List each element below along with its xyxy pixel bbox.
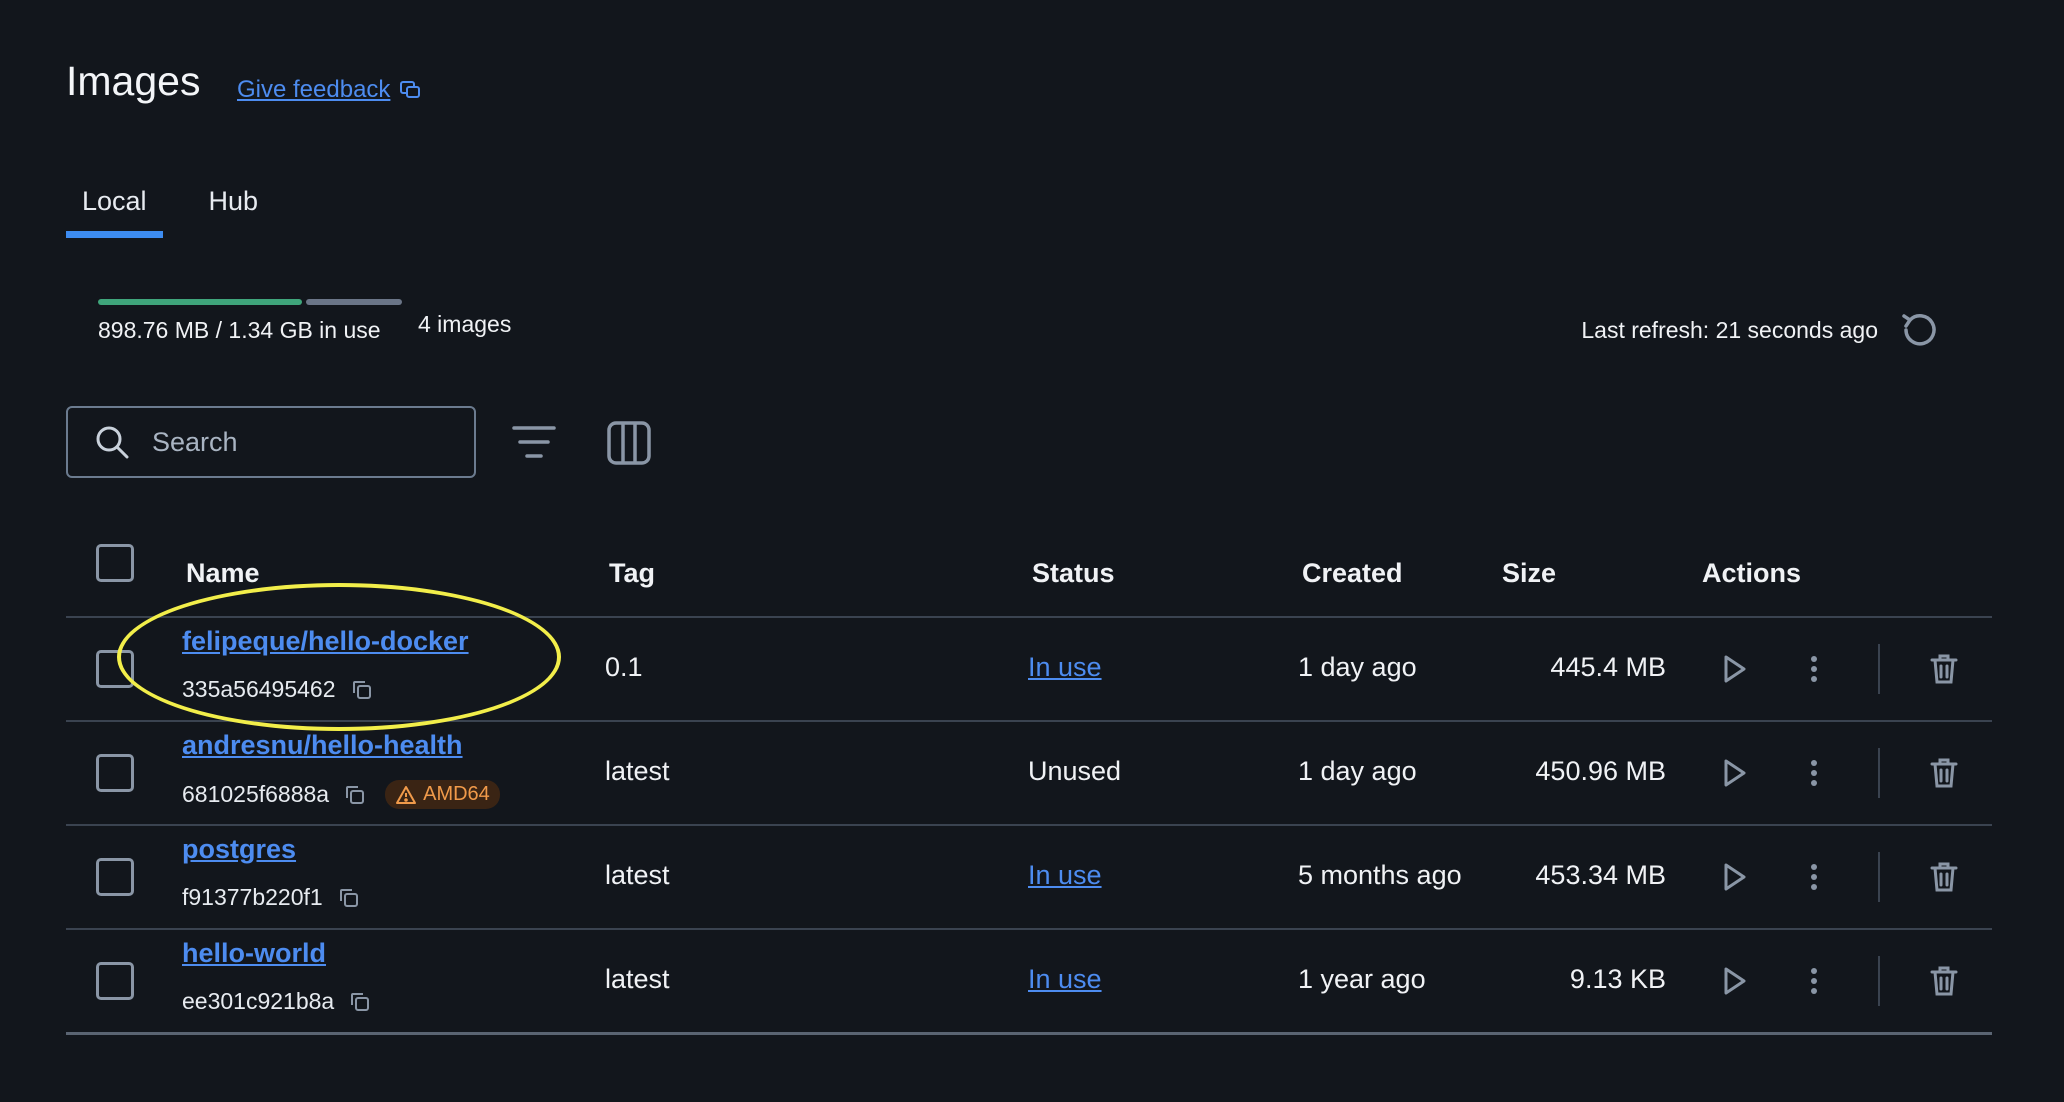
image-created: 1 day ago [1298,756,1417,786]
image-status-link[interactable]: In use [1028,964,1102,995]
image-id: f91377b220f1 [182,884,361,911]
image-tag: latest [605,964,670,994]
row-checkbox[interactable] [96,754,134,792]
run-icon[interactable] [1716,859,1752,895]
image-created: 5 months ago [1298,860,1462,890]
image-id-text: ee301c921b8a [182,988,335,1014]
run-icon[interactable] [1716,755,1752,791]
column-header-status[interactable]: Status [1032,558,1115,589]
images-table: Name Tag Status Created Size Actions fel… [66,530,1992,1035]
disk-usage-bar [98,299,402,305]
columns-icon[interactable] [606,420,652,466]
image-id-text: f91377b220f1 [182,884,323,910]
warning-icon [396,785,417,804]
refresh-icon[interactable] [1896,308,1940,352]
image-id: 681025f6888a AMD64 [182,780,500,809]
table-row[interactable]: hello-world ee301c921b8a latest In use 1… [66,930,1992,1035]
copy-icon[interactable] [337,886,361,910]
image-name-link[interactable]: hello-world [182,938,326,969]
refresh-area: Last refresh: 21 seconds ago [1581,308,1940,352]
image-size: 453.34 MB [1535,860,1666,890]
actions-divider [1878,852,1880,902]
image-id: ee301c921b8a [182,988,372,1015]
image-id: 335a56495462 [182,676,374,703]
copy-icon[interactable] [343,783,367,807]
image-size: 445.4 MB [1550,652,1666,682]
copy-icon[interactable] [350,678,374,702]
search-input[interactable] [150,425,454,459]
filter-icon[interactable] [510,422,558,464]
actions-divider [1878,956,1880,1006]
image-name-link[interactable]: felipeque/hello-docker [182,626,469,657]
column-header-tag[interactable]: Tag [609,558,655,589]
disk-usage-free [306,299,402,305]
image-status: Unused [1028,756,1122,786]
image-status-link[interactable]: In use [1028,652,1102,683]
image-name-link[interactable]: andresnu/hello-health [182,730,463,761]
row-checkbox[interactable] [96,858,134,896]
architecture-badge-label: AMD64 [423,783,490,805]
tab-local[interactable]: Local [66,182,163,238]
image-id-text: 335a56495462 [182,676,336,702]
last-refresh-label: Last refresh: 21 seconds ago [1581,316,1878,343]
column-header-name[interactable]: Name [186,558,260,589]
run-icon[interactable] [1716,651,1752,687]
more-options-icon[interactable] [1796,755,1832,791]
image-name-link[interactable]: postgres [182,834,296,865]
give-feedback-label: Give feedback [237,76,391,103]
page-title: Images [66,58,201,104]
images-page: Images Give feedback Local Hub 898.76 MB… [0,0,2064,1102]
give-feedback-link[interactable]: Give feedback [237,76,422,104]
image-status-link[interactable]: In use [1028,860,1102,891]
tab-bar: Local Hub [66,182,274,238]
feedback-icon [400,81,421,98]
table-row[interactable]: andresnu/hello-health 681025f6888a AMD64… [66,722,1992,826]
image-id-text: 681025f6888a [182,781,330,807]
search-box [66,406,476,478]
images-count: 4 images [418,311,512,337]
disk-usage-used [98,299,302,305]
image-size: 9.13 KB [1569,964,1666,994]
more-options-icon[interactable] [1796,963,1832,999]
column-header-created[interactable]: Created [1302,558,1403,589]
more-options-icon[interactable] [1796,651,1832,687]
copy-icon[interactable] [348,990,372,1014]
image-created: 1 year ago [1298,964,1426,994]
run-icon[interactable] [1716,963,1752,999]
column-header-size[interactable]: Size [1502,558,1556,589]
table-header: Name Tag Status Created Size Actions [66,530,1992,618]
image-tag: 0.1 [605,652,643,682]
table-row[interactable]: felipeque/hello-docker 335a56495462 0.1 … [66,618,1992,722]
delete-icon[interactable] [1926,651,1962,687]
image-size: 450.96 MB [1535,756,1666,786]
image-tag: latest [605,860,670,890]
actions-divider [1878,644,1880,694]
image-tag: latest [605,756,670,786]
image-created: 1 day ago [1298,652,1417,682]
tab-hub[interactable]: Hub [193,182,275,238]
select-all-checkbox[interactable] [96,544,134,582]
actions-divider [1878,748,1880,798]
search-icon [96,426,129,459]
column-header-actions: Actions [1702,558,1802,588]
more-options-icon[interactable] [1796,859,1832,895]
disk-usage-text: 898.76 MB / 1.34 GB in use [98,317,381,343]
delete-icon[interactable] [1926,963,1962,999]
table-row[interactable]: postgres f91377b220f1 latest In use 5 mo… [66,826,1992,930]
row-checkbox[interactable] [96,650,134,688]
architecture-warning-badge: AMD64 [385,780,500,809]
delete-icon[interactable] [1926,859,1962,895]
row-checkbox[interactable] [96,962,134,1000]
delete-icon[interactable] [1926,755,1962,791]
